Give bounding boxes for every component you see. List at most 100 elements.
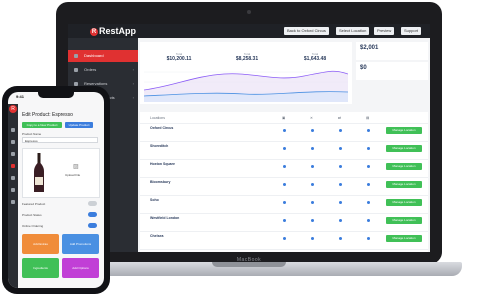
service-enabled-dot[interactable] <box>283 165 286 168</box>
summary-value: $2,001 <box>360 45 379 51</box>
service-enabled-dot[interactable] <box>283 237 286 240</box>
phone-screen: 9:41 R Edit Product: Espresso Copy to a … <box>8 92 104 288</box>
update-product-button[interactable]: Update Product <box>65 122 93 128</box>
service-enabled-dot[interactable] <box>367 147 370 150</box>
service-enabled-dot[interactable] <box>283 219 286 222</box>
service-enabled-dot[interactable] <box>283 147 286 150</box>
service-enabled-dot[interactable] <box>367 201 370 204</box>
location-name: Chelsea <box>150 234 164 238</box>
sidebar-item-dashboard[interactable]: Dashboard <box>68 50 138 62</box>
divider <box>140 159 428 160</box>
select-location-button[interactable]: Select Location <box>336 27 370 35</box>
location-name: Soho <box>150 198 159 202</box>
service-enabled-dot[interactable] <box>311 147 314 150</box>
sidebar-item-label: Orders <box>84 67 97 72</box>
service-enabled-dot[interactable] <box>339 183 342 186</box>
divider <box>140 231 428 232</box>
support-button[interactable]: Support <box>401 27 422 35</box>
upload-file-label[interactable]: Upload File <box>65 173 80 177</box>
image-upload-icon[interactable]: ▨ <box>73 163 79 170</box>
app-name: RestApp <box>99 26 137 36</box>
service-enabled-dot[interactable] <box>283 183 286 186</box>
manage-location-button[interactable]: Manage Location <box>386 199 422 206</box>
chevron-right-icon: › <box>132 95 134 100</box>
column-header-locations: Locations <box>150 116 165 120</box>
delivery-icon: ⇄ <box>338 116 341 120</box>
app-logo-icon[interactable]: R <box>9 105 17 113</box>
customers-icon[interactable] <box>11 176 15 180</box>
product-name-input[interactable]: Espresso <box>22 137 98 143</box>
laptop-camera <box>247 10 251 14</box>
summary-value: $0 <box>360 65 367 71</box>
reservations-icon[interactable] <box>11 152 15 156</box>
preview-button[interactable]: Preview <box>374 27 395 35</box>
laptop-screen: R RestApp Back to Oxford Circus Select Lo… <box>68 24 430 252</box>
service-enabled-dot[interactable] <box>311 165 314 168</box>
page-title: Edit Product: Espresso <box>22 112 73 118</box>
service-enabled-dot[interactable] <box>339 219 342 222</box>
service-enabled-dot[interactable] <box>283 201 286 204</box>
app-logo[interactable]: R RestApp <box>90 26 136 36</box>
location-name: Oxford Circus <box>150 126 174 130</box>
location-name: Westfield London <box>150 216 180 220</box>
service-enabled-dot[interactable] <box>367 237 370 240</box>
service-enabled-dot[interactable] <box>367 165 370 168</box>
service-enabled-dot[interactable] <box>283 129 286 132</box>
sales-chart-card: Total $10,200.11 Total $8,258.31 Total $… <box>140 42 352 104</box>
manage-location-button[interactable]: Manage Location <box>386 181 422 188</box>
product-name-label: Product Name <box>22 132 42 136</box>
location-name: Shoreditch <box>150 144 169 148</box>
chevron-right-icon: › <box>132 67 134 72</box>
ingredients-tile[interactable]: Ingredients <box>22 258 59 278</box>
summary-card: $0 <box>356 62 428 80</box>
product-status-toggle[interactable] <box>88 212 97 217</box>
sidebar-item-label: Dashboard <box>84 53 104 58</box>
service-enabled-dot[interactable] <box>367 183 370 186</box>
orders-icon[interactable] <box>11 140 15 144</box>
service-enabled-dot[interactable] <box>367 219 370 222</box>
add-extras-tile[interactable]: Add Extras <box>22 234 59 254</box>
manage-location-button[interactable]: Manage Location <box>386 127 422 134</box>
service-enabled-dot[interactable] <box>311 129 314 132</box>
products-icon[interactable] <box>11 164 15 168</box>
service-enabled-dot[interactable] <box>339 201 342 204</box>
sales-line-chart <box>144 70 348 102</box>
add-promotions-tile[interactable]: Add Promotions <box>62 234 99 254</box>
service-enabled-dot[interactable] <box>339 147 342 150</box>
service-enabled-dot[interactable] <box>311 237 314 240</box>
divider <box>140 213 428 214</box>
stat-value: $1,643.48 <box>303 56 327 62</box>
reports-icon[interactable] <box>11 188 15 192</box>
service-enabled-dot[interactable] <box>311 219 314 222</box>
manage-location-button[interactable]: Manage Location <box>386 145 422 152</box>
divider <box>140 195 428 196</box>
service-enabled-dot[interactable] <box>339 129 342 132</box>
divider <box>140 141 428 142</box>
sidebar-item-orders[interactable]: Orders › <box>68 64 138 76</box>
service-enabled-dot[interactable] <box>367 129 370 132</box>
featured-product-toggle[interactable] <box>88 201 97 206</box>
product-image-card: ▨ Upload File <box>22 148 100 198</box>
stat-value: $8,258.31 <box>235 56 259 62</box>
service-enabled-dot[interactable] <box>339 165 342 168</box>
service-enabled-dot[interactable] <box>311 201 314 204</box>
service-enabled-dot[interactable] <box>311 183 314 186</box>
add-options-tile[interactable]: Add Options <box>62 258 99 278</box>
manage-location-button[interactable]: Manage Location <box>386 235 422 242</box>
service-enabled-dot[interactable] <box>339 237 342 240</box>
cutlery-icon: ✕ <box>310 116 313 120</box>
manage-location-button[interactable]: Manage Location <box>386 217 422 224</box>
divider <box>140 177 428 178</box>
phone-time: 9:41 <box>16 94 25 99</box>
toggle-label: Featured Product <box>22 202 46 206</box>
orders-icon <box>74 68 78 72</box>
copy-product-button[interactable]: Copy to a New Product <box>22 122 62 128</box>
manage-location-button[interactable]: Manage Location <box>386 163 422 170</box>
online-ordering-toggle[interactable] <box>88 223 97 228</box>
menu-icon[interactable] <box>11 128 15 132</box>
settings-icon[interactable] <box>11 200 15 204</box>
phone-frame: 9:41 R Edit Product: Espresso Copy to a … <box>2 86 110 294</box>
location-name: Bloomsbury <box>150 180 171 184</box>
back-to-location-button[interactable]: Back to Oxford Circus <box>284 27 329 35</box>
summary-card: $2,001 <box>356 42 428 60</box>
